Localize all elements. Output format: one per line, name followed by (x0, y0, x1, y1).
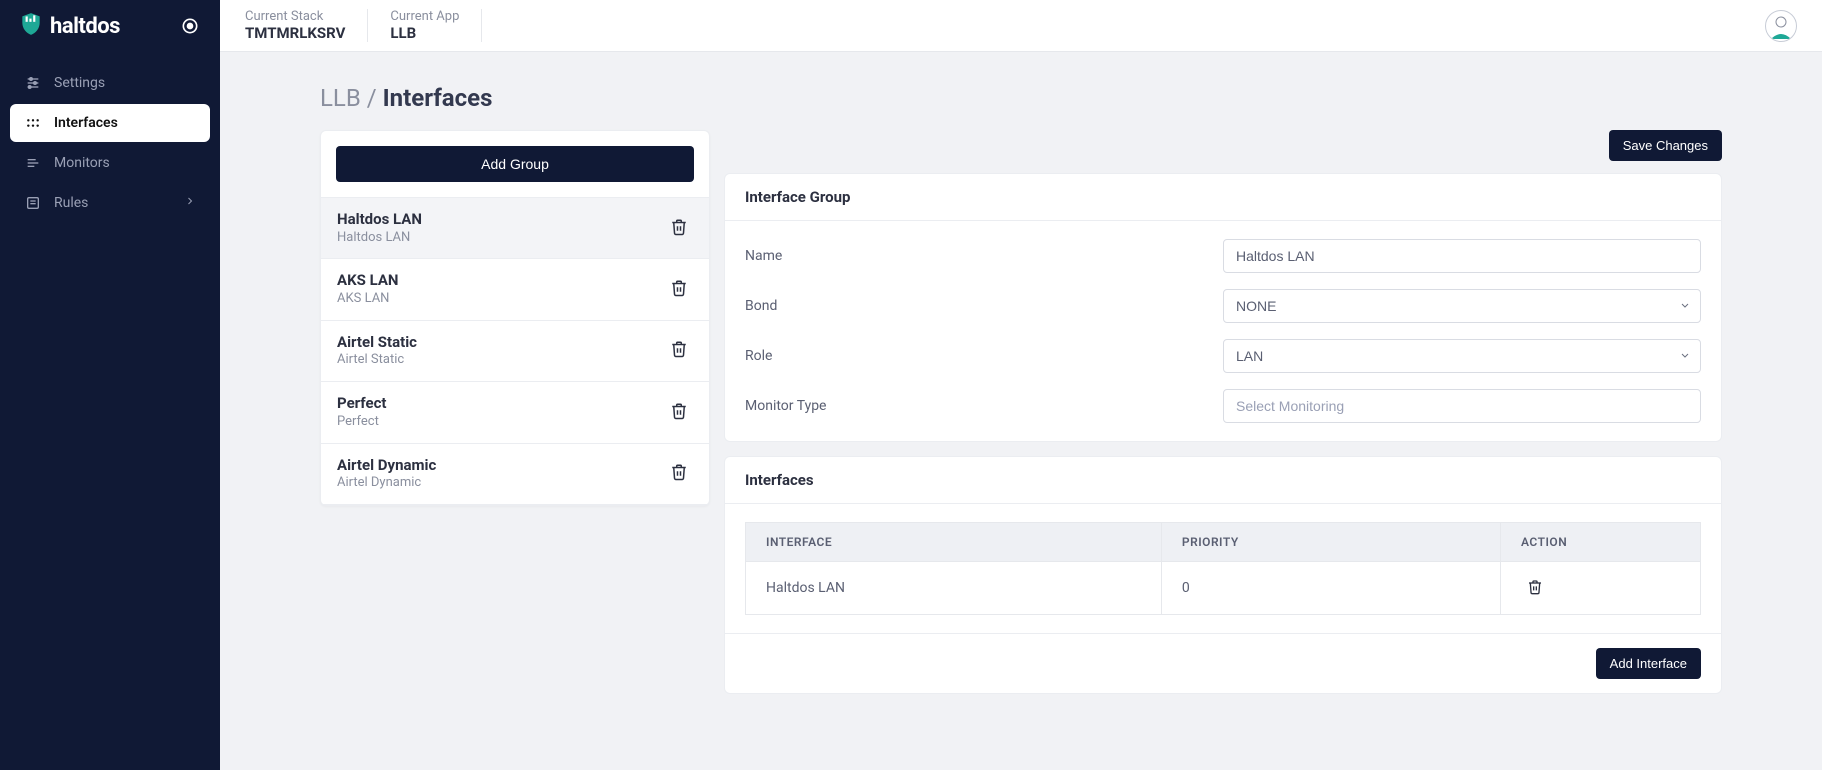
delete-group-button[interactable] (665, 276, 693, 304)
trash-icon (670, 279, 688, 300)
grid-icon (24, 114, 42, 132)
name-input[interactable] (1223, 239, 1701, 273)
role-select[interactable]: LAN (1223, 339, 1701, 373)
breadcrumb-sep: / (367, 84, 377, 112)
shield-icon (18, 11, 44, 41)
breadcrumb-current: Interfaces (383, 84, 493, 112)
interfaces-table: INTERFACE PRIORITY ACTION Haltdos LAN 0 (745, 522, 1701, 615)
monitor-type-input[interactable] (1223, 389, 1701, 423)
role-label: Role (745, 348, 1223, 364)
chevron-right-icon (184, 195, 196, 211)
add-group-button[interactable]: Add Group (336, 146, 694, 182)
group-item-title: Airtel Static (337, 333, 417, 353)
group-list-card: Add Group Haltdos LAN Haltdos LAN (320, 130, 710, 506)
brand-text: haltdos (50, 14, 120, 39)
rules-icon (24, 194, 42, 212)
trash-icon (670, 218, 688, 239)
group-item[interactable]: AKS LAN AKS LAN (321, 259, 709, 320)
nav-label: Monitors (54, 155, 110, 171)
add-interface-button[interactable]: Add Interface (1596, 648, 1701, 679)
panel-title: Interface Group (725, 174, 1721, 221)
group-item[interactable]: Airtel Dynamic Airtel Dynamic (321, 444, 709, 505)
group-item-sub: Perfect (337, 414, 387, 431)
cell-interface: Haltdos LAN (746, 562, 1162, 615)
panel-title: Interfaces (725, 457, 1721, 504)
sidebar-item-rules[interactable]: Rules (10, 184, 210, 222)
topbar: Current Stack TMTMRLKSRV Current App LLB (220, 0, 1822, 52)
breadcrumb: LLB / Interfaces (320, 84, 1722, 112)
group-item[interactable]: Airtel Static Airtel Static (321, 321, 709, 382)
sidebar: haltdos Settings (0, 0, 220, 770)
trash-icon (670, 402, 688, 423)
topbar-stack[interactable]: Current Stack TMTMRLKSRV (245, 9, 368, 43)
group-item[interactable]: Perfect Perfect (321, 382, 709, 443)
nav-label: Settings (54, 75, 105, 91)
stack-label: Current Stack (245, 9, 345, 25)
nav-label: Interfaces (54, 115, 118, 131)
group-item-sub: Airtel Static (337, 352, 417, 369)
sidebar-item-settings[interactable]: Settings (10, 64, 210, 102)
trash-icon (1527, 579, 1543, 598)
save-changes-button[interactable]: Save Changes (1609, 130, 1722, 161)
sidebar-nav: Settings Interfaces (0, 52, 220, 236)
monitor-type-label: Monitor Type (745, 398, 1223, 414)
th-priority: PRIORITY (1161, 523, 1500, 562)
app-value: LLB (390, 24, 459, 42)
delete-group-button[interactable] (665, 214, 693, 242)
sidebar-item-monitors[interactable]: Monitors (10, 144, 210, 182)
avatar[interactable] (1765, 10, 1797, 42)
group-item-sub: Haltdos LAN (337, 230, 422, 247)
interface-group-panel: Interface Group Name Bond (724, 173, 1722, 442)
sidebar-item-interfaces[interactable]: Interfaces (10, 104, 210, 142)
group-item-title: Haltdos LAN (337, 210, 422, 230)
sliders-icon (24, 74, 42, 92)
app-label: Current App (390, 9, 459, 25)
target-icon[interactable] (178, 14, 202, 38)
group-item[interactable]: Haltdos LAN Haltdos LAN (321, 198, 709, 259)
delete-group-button[interactable] (665, 337, 693, 365)
group-item-sub: AKS LAN (337, 291, 399, 308)
stack-value: TMTMRLKSRV (245, 24, 345, 42)
bond-select[interactable]: NONE (1223, 289, 1701, 323)
group-item-title: AKS LAN (337, 271, 399, 291)
brand-logo[interactable]: haltdos (18, 11, 120, 41)
sidebar-header: haltdos (0, 0, 220, 52)
name-label: Name (745, 248, 1223, 264)
interfaces-panel: Interfaces INTERFACE PRIORITY ACTION (724, 456, 1722, 694)
group-item-sub: Airtel Dynamic (337, 475, 436, 492)
breadcrumb-prev[interactable]: LLB (320, 84, 361, 112)
topbar-app[interactable]: Current App LLB (390, 9, 482, 43)
monitors-icon (24, 154, 42, 172)
trash-icon (670, 463, 688, 484)
delete-interface-button[interactable] (1521, 574, 1549, 602)
group-item-title: Airtel Dynamic (337, 456, 436, 476)
delete-group-button[interactable] (665, 398, 693, 426)
table-row: Haltdos LAN 0 (746, 562, 1701, 615)
delete-group-button[interactable] (665, 460, 693, 488)
group-item-title: Perfect (337, 394, 387, 414)
group-list: Haltdos LAN Haltdos LAN (321, 197, 709, 505)
content: LLB / Interfaces Add Group Haltdos LAN (220, 52, 1822, 740)
th-interface: INTERFACE (746, 523, 1162, 562)
bond-label: Bond (745, 298, 1223, 314)
th-action: ACTION (1501, 523, 1701, 562)
cell-priority: 0 (1161, 562, 1500, 615)
nav-label: Rules (54, 195, 88, 211)
trash-icon (670, 340, 688, 361)
